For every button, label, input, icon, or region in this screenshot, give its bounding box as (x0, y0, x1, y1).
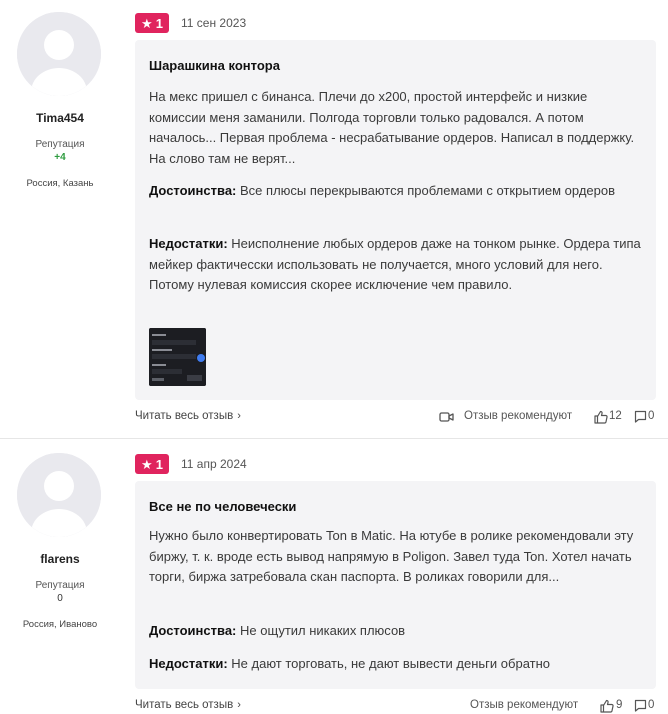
rating-badge: ★ 1 (135, 454, 169, 474)
pros-label: Достоинства: (149, 623, 237, 638)
review-body-card: Шарашкина контора На мекс пришел с бинан… (135, 40, 656, 400)
review-card: flarens Репутация 0 Россия, Иваново ★ 1 … (0, 439, 668, 714)
review-text: Нужно было конвертировать Ton в Matic. Н… (149, 528, 634, 584)
author-location: Россия, Казань (26, 178, 94, 189)
avatar[interactable] (17, 453, 101, 537)
likes-count: 9 (616, 699, 623, 711)
reputation-value: +4 (54, 152, 66, 163)
review-cons: Недостатки: Неисполнение любых ордеров д… (149, 234, 644, 296)
review-card: Tima454 Репутация +4 Россия, Казань ★ 1 … (0, 0, 668, 438)
reputation-value: 0 (57, 593, 63, 604)
rating-value: 1 (155, 15, 163, 31)
reputation-label: Репутация (35, 139, 85, 150)
recommend-label: Отзыв рекомендуют (464, 410, 573, 422)
review-date: 11 сен 2023 (181, 16, 247, 30)
attached-screenshot-thumbnail[interactable] (149, 328, 206, 386)
thumbs-up-icon[interactable] (600, 699, 614, 713)
pros-text: Не ощутил никаких плюсов (240, 623, 406, 638)
author-location: Россия, Иваново (22, 619, 98, 630)
review-footer: Читать весь отзыв › Отзыв рекомендуют 12 … (135, 410, 656, 428)
review-body-card: Все не по человечески Нужно было конверт… (135, 481, 656, 689)
comment-icon[interactable] (634, 699, 647, 712)
review-pros: Достоинства: Не ощутил никаких плюсов (149, 621, 644, 642)
comment-icon[interactable] (634, 410, 647, 423)
author-name[interactable]: flarens (0, 552, 120, 566)
likes-count: 12 (609, 410, 622, 422)
avatar[interactable] (17, 12, 101, 96)
user-avatar-icon (17, 453, 101, 537)
cons-label: Недостатки: (149, 656, 228, 671)
comments-count: 0 (648, 410, 655, 422)
author-name[interactable]: Tima454 (0, 111, 120, 125)
video-icon (439, 412, 454, 422)
star-icon: ★ (141, 456, 153, 472)
read-more-label: Читать весь отзыв (135, 699, 234, 711)
recommend-label: Отзыв рекомендуют (470, 699, 579, 711)
rating-badge: ★ 1 (135, 13, 169, 33)
star-icon: ★ (141, 15, 153, 31)
reputation-label: Репутация (35, 580, 85, 591)
review-cons: Недостатки: Не дают торговать, не дают в… (149, 654, 644, 675)
read-full-review-link[interactable]: Читать весь отзыв › (135, 410, 241, 422)
user-avatar-icon (17, 12, 101, 96)
review-pros: Достоинства: Все плюсы перекрываются про… (149, 181, 644, 202)
chevron-right-icon: › (237, 410, 241, 422)
thumbs-up-icon[interactable] (594, 410, 608, 424)
review-footer: Читать весь отзыв › Отзыв рекомендуют 9 0 (135, 699, 656, 714)
pros-label: Достоинства: (149, 183, 237, 198)
review-date: 11 апр 2024 (181, 457, 247, 471)
cons-label: Недостатки: (149, 236, 228, 251)
cons-text: Не дают торговать, не дают вывести деньг… (231, 656, 551, 671)
comments-count: 0 (648, 699, 655, 711)
chevron-right-icon: › (237, 699, 241, 711)
review-title[interactable]: Шарашкина контора (149, 58, 280, 73)
review-title[interactable]: Все не по человечески (149, 499, 296, 514)
review-text: На мекс пришел с бинанса. Плечи до х200,… (149, 89, 635, 166)
read-full-review-link[interactable]: Читать весь отзыв › (135, 699, 241, 711)
rating-value: 1 (155, 456, 163, 472)
pros-text: Все плюсы перекрываются проблемами с отк… (240, 183, 616, 198)
read-more-label: Читать весь отзыв (135, 410, 234, 422)
